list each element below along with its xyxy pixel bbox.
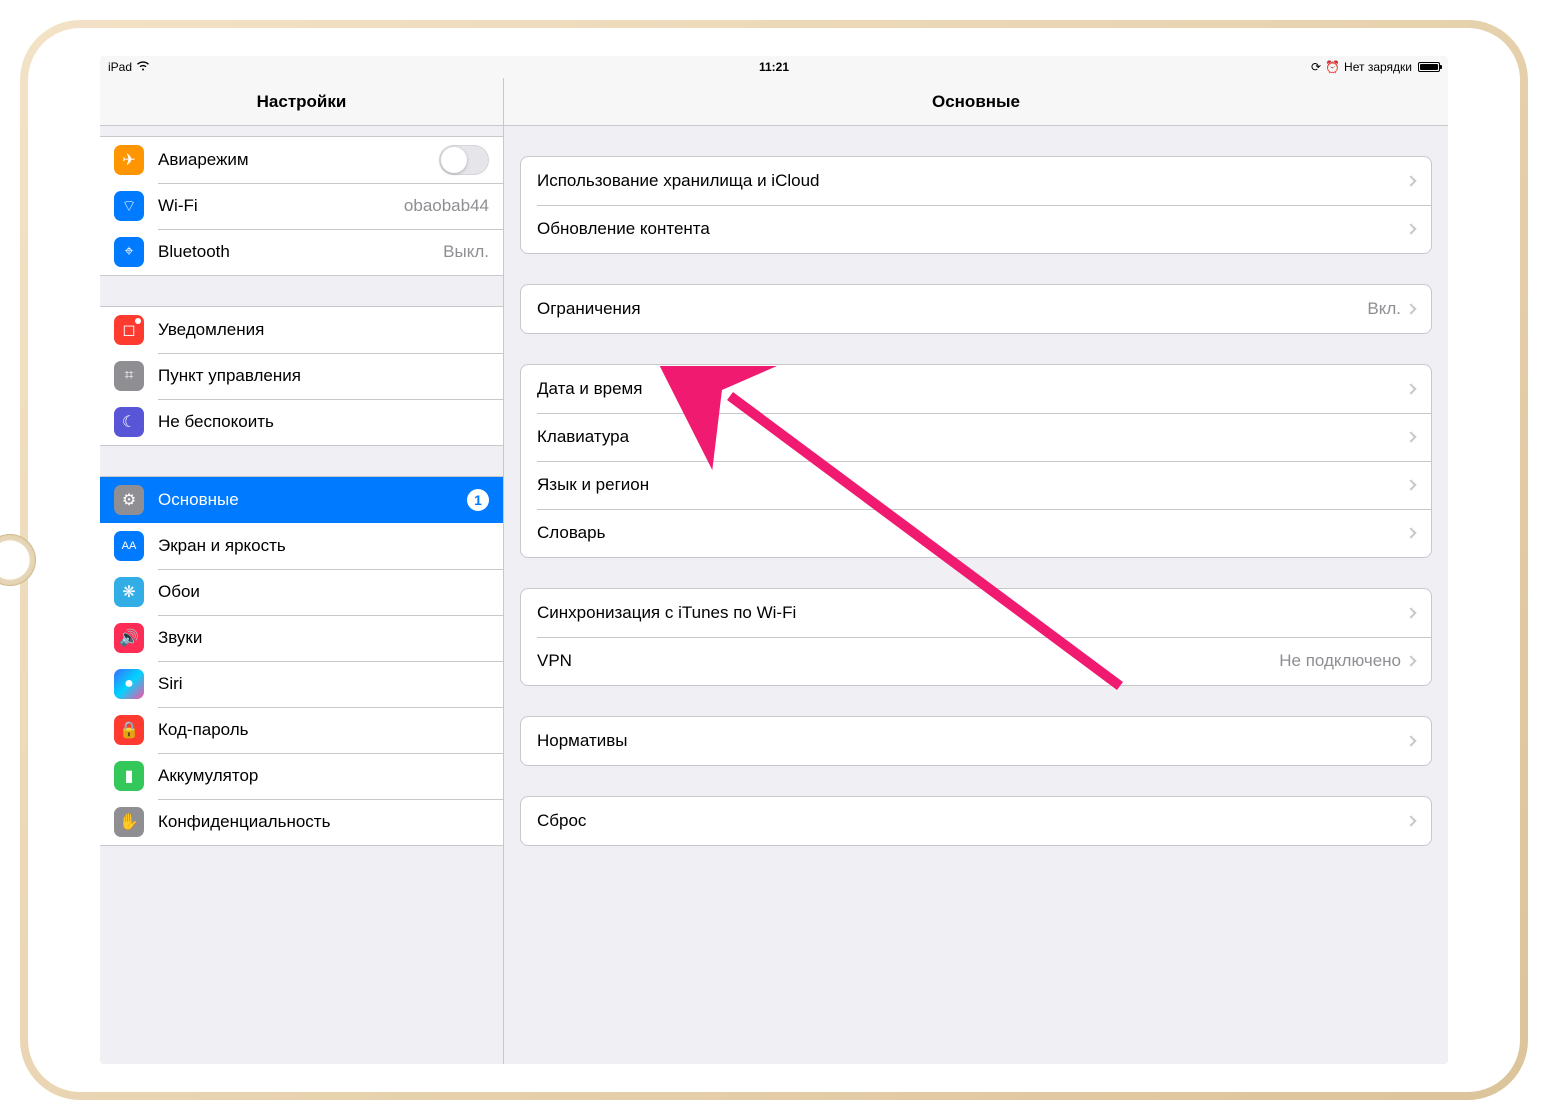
orientation-lock-icon: ⟳ <box>1311 60 1321 74</box>
detail-row-language-region[interactable]: Язык и регион <box>521 461 1431 509</box>
sidebar-item-sounds[interactable]: 🔊 Звуки <box>100 615 503 661</box>
detail-row-dictionary[interactable]: Словарь <box>521 509 1431 557</box>
wifi-icon: ⌔ <box>114 191 144 221</box>
sidebar-item-privacy[interactable]: ✋ Конфиденциальность <box>100 799 503 845</box>
control-center-icon: ⌗ <box>114 361 144 391</box>
bluetooth-icon: ⌖ <box>114 237 144 267</box>
chevron-right-icon <box>1405 607 1416 618</box>
sidebar-item-label: Конфиденциальность <box>158 812 489 832</box>
moon-icon: ☾ <box>114 407 144 437</box>
sidebar-item-wifi[interactable]: ⌔ Wi-Fiobaobab44 <box>100 183 503 229</box>
sidebar-item-wallpaper[interactable]: ❋ Обои <box>100 569 503 615</box>
detail-row-label: Словарь <box>537 523 1407 543</box>
detail-row-label: Обновление контента <box>537 219 1407 239</box>
detail-row-keyboard[interactable]: Клавиатура <box>521 413 1431 461</box>
detail-row-date-time[interactable]: Дата и время <box>521 365 1431 413</box>
chevron-right-icon <box>1405 175 1416 186</box>
siri-icon: ● <box>114 669 144 699</box>
detail-row-background-refresh[interactable]: Обновление контента <box>521 205 1431 253</box>
detail-row-label: VPN <box>537 651 1279 671</box>
detail-row-label: Клавиатура <box>537 427 1407 447</box>
sidebar-item-passcode[interactable]: 🔒 Код-пароль <box>100 707 503 753</box>
detail-row-label: Ограничения <box>537 299 1367 319</box>
detail-row-regulatory[interactable]: Нормативы <box>521 717 1431 765</box>
chevron-right-icon <box>1405 431 1416 442</box>
sidebar-item-label: Пункт управления <box>158 366 489 386</box>
sidebar-item-label: Wi-Fi <box>158 196 404 216</box>
detail-row-label: Дата и время <box>537 379 1407 399</box>
detail-row-reset[interactable]: Сброс <box>521 797 1431 845</box>
sidebar-item-label: Siri <box>158 674 489 694</box>
gear-icon: ⚙ <box>114 485 144 515</box>
chevron-right-icon <box>1405 655 1416 666</box>
battery-icon: ▮ <box>114 761 144 791</box>
home-button[interactable] <box>0 534 36 586</box>
notifications-icon: ◻ <box>114 315 144 345</box>
sidebar-item-airplane-mode[interactable]: ✈ Авиарежим <box>100 137 503 183</box>
sidebar-item-display-brightness[interactable]: AA Экран и яркость <box>100 523 503 569</box>
detail-row-label: Синхронизация с iTunes по Wi-Fi <box>537 603 1407 623</box>
chevron-right-icon <box>1405 303 1416 314</box>
status-bar: iPad 11:21 ⟳ ⏰ Нет зарядки <box>100 56 1448 78</box>
detail-row-value: Вкл. <box>1367 299 1401 319</box>
sidebar-item-label: Обои <box>158 582 489 602</box>
sidebar-item-battery[interactable]: ▮ Аккумулятор <box>100 753 503 799</box>
sidebar-item-general[interactable]: ⚙ Основные 1 <box>100 477 503 523</box>
screen: iPad 11:21 ⟳ ⏰ Нет зарядки Настройки <box>100 56 1448 1064</box>
chevron-right-icon <box>1405 735 1416 746</box>
chevron-right-icon <box>1405 527 1416 538</box>
device-frame: iPad 11:21 ⟳ ⏰ Нет зарядки Настройки <box>20 20 1528 1100</box>
detail-row-label: Сброс <box>537 811 1407 831</box>
sidebar-item-label: Не беспокоить <box>158 412 489 432</box>
lock-icon: 🔒 <box>114 715 144 745</box>
detail-row-label: Использование хранилища и iCloud <box>537 171 1407 191</box>
detail-title: Основные <box>504 78 1448 126</box>
airplane-icon: ✈ <box>114 145 144 175</box>
sidebar-item-label: Bluetooth <box>158 242 443 262</box>
chevron-right-icon <box>1405 383 1416 394</box>
detail-row-vpn[interactable]: VPNНе подключено <box>521 637 1431 685</box>
sidebar-item-siri[interactable]: ● Siri <box>100 661 503 707</box>
sidebar-item-label: Аккумулятор <box>158 766 489 786</box>
hand-icon: ✋ <box>114 807 144 837</box>
detail-row-value: Не подключено <box>1279 651 1401 671</box>
airplane-mode-toggle[interactable] <box>439 145 489 175</box>
sidebar-item-control-center[interactable]: ⌗ Пункт управления <box>100 353 503 399</box>
clock: 11:21 <box>759 60 789 74</box>
sidebar-item-label: Основные <box>158 490 459 510</box>
badge: 1 <box>467 489 489 511</box>
chevron-right-icon <box>1405 815 1416 826</box>
wallpaper-icon: ❋ <box>114 577 144 607</box>
battery-icon <box>1418 62 1440 72</box>
sidebar-item-label: Код-пароль <box>158 720 489 740</box>
detail-pane: Основные Использование хранилища и iClou… <box>504 78 1448 1064</box>
settings-sidebar: Настройки ✈ Авиарежим ⌔ Wi-Fiobaobab44 ⌖ Blue… <box>100 78 504 1064</box>
sidebar-item-value: obaobab44 <box>404 196 489 216</box>
alarm-icon: ⏰ <box>1325 60 1340 74</box>
chevron-right-icon <box>1405 223 1416 234</box>
chevron-right-icon <box>1405 479 1416 490</box>
sidebar-item-value: Выкл. <box>443 242 489 262</box>
sidebar-item-label: Экран и яркость <box>158 536 489 556</box>
sounds-icon: 🔊 <box>114 623 144 653</box>
detail-row-label: Нормативы <box>537 731 1407 751</box>
display-icon: AA <box>114 531 144 561</box>
sidebar-item-do-not-disturb[interactable]: ☾ Не беспокоить <box>100 399 503 445</box>
sidebar-title: Настройки <box>100 78 503 126</box>
device-bezel: iPad 11:21 ⟳ ⏰ Нет зарядки Настройки <box>28 28 1520 1092</box>
detail-row-itunes-wifi-sync[interactable]: Синхронизация с iTunes по Wi-Fi <box>521 589 1431 637</box>
sidebar-item-label: Звуки <box>158 628 489 648</box>
sidebar-item-bluetooth[interactable]: ⌖ BluetoothВыкл. <box>100 229 503 275</box>
sidebar-item-label: Уведомления <box>158 320 489 340</box>
sidebar-item-notifications[interactable]: ◻ Уведомления <box>100 307 503 353</box>
sidebar-item-label: Авиарежим <box>158 150 439 170</box>
device-label: iPad <box>108 60 132 74</box>
detail-row-restrictions[interactable]: ОграниченияВкл. <box>521 285 1431 333</box>
wifi-icon <box>136 60 150 74</box>
detail-row-storage-icloud[interactable]: Использование хранилища и iCloud <box>521 157 1431 205</box>
charge-label: Нет зарядки <box>1344 60 1412 74</box>
detail-row-label: Язык и регион <box>537 475 1407 495</box>
